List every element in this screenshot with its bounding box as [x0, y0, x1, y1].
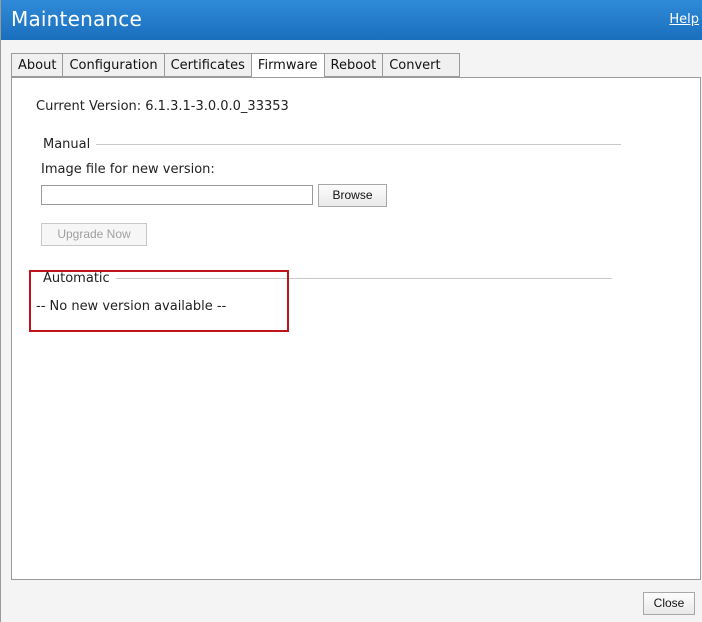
highlight-box: [29, 270, 289, 332]
tab-bar: About Configuration Certificates Firmwar…: [11, 53, 461, 78]
image-file-field[interactable]: [41, 185, 313, 205]
browse-button[interactable]: Browse: [318, 184, 387, 207]
manual-group-header: Manual: [43, 137, 622, 152]
maintenance-dialog: Maintenance Help About Configuration Cer…: [0, 0, 702, 622]
tab-about[interactable]: About: [11, 53, 63, 77]
dialog-title: Maintenance: [11, 7, 142, 31]
firmware-panel: Current Version: 6.1.3.1-3.0.0.0_33353 M…: [11, 77, 701, 580]
title-bar: Maintenance Help: [1, 0, 702, 40]
tab-certificates[interactable]: Certificates: [163, 53, 251, 77]
close-button[interactable]: Close: [643, 592, 695, 615]
manual-divider: [96, 144, 622, 145]
help-link[interactable]: Help: [669, 12, 699, 27]
manual-legend: Manual: [43, 137, 91, 152]
upgrade-now-button[interactable]: Upgrade Now: [41, 223, 147, 246]
tab-convert[interactable]: Convert: [382, 53, 461, 77]
tab-configuration[interactable]: Configuration: [62, 53, 164, 77]
tab-reboot[interactable]: Reboot: [323, 53, 383, 77]
tab-firmware[interactable]: Firmware: [250, 53, 324, 78]
current-version-text: Current Version: 6.1.3.1-3.0.0.0_33353: [36, 99, 289, 114]
image-file-label: Image file for new version:: [41, 162, 215, 177]
